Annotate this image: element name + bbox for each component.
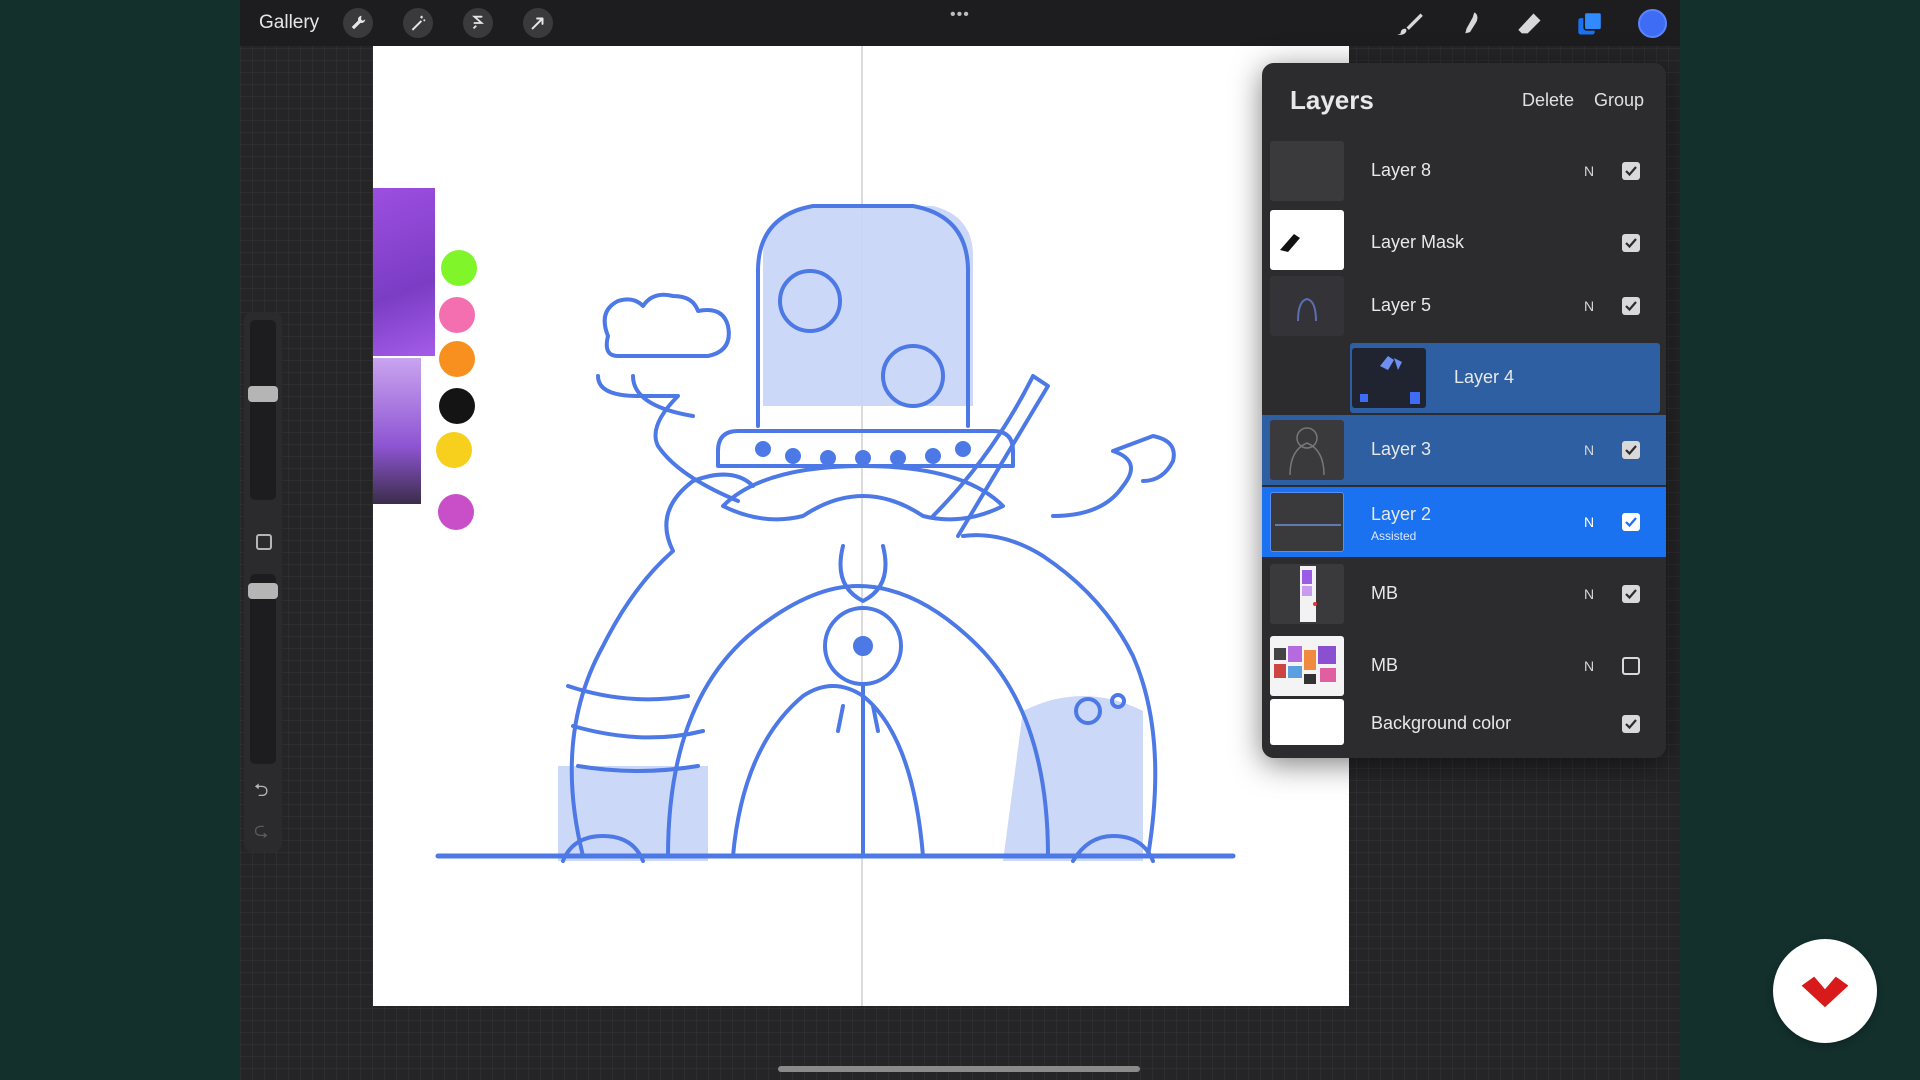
- layer-row-background-color[interactable]: Background color: [1262, 695, 1666, 758]
- reference-image-character[interactable]: [373, 188, 435, 356]
- blend-mode-button[interactable]: N: [1584, 658, 1594, 674]
- visibility-checkbox[interactable]: [1622, 234, 1640, 252]
- selection-icon[interactable]: [463, 8, 493, 38]
- swatch-orange[interactable]: [439, 341, 475, 377]
- swatch-green[interactable]: [441, 250, 477, 286]
- layer-thumbnail: [1270, 420, 1344, 480]
- redo-icon[interactable]: ⮎: [254, 818, 268, 848]
- layer-row-layer-mask[interactable]: Layer Mask: [1262, 208, 1666, 278]
- wrench-icon[interactable]: [343, 8, 373, 38]
- brush-opacity-slider[interactable]: [248, 574, 278, 764]
- swatch-yellow[interactable]: [436, 432, 472, 468]
- procreate-app: Gallery ••• ⮌ ⮎ Layers Delete Group Laye…: [240, 0, 1680, 1080]
- brush-icon[interactable]: [1394, 8, 1426, 40]
- gallery-button[interactable]: Gallery: [259, 12, 319, 34]
- brush-size-slider[interactable]: [248, 320, 278, 500]
- layer-name: MB: [1371, 655, 1398, 675]
- layer-row-layer-5[interactable]: Layer 5 N: [1262, 271, 1666, 341]
- blend-mode-button[interactable]: N: [1584, 586, 1594, 602]
- blend-mode-button[interactable]: N: [1584, 442, 1594, 458]
- brand-logo-icon: [1773, 939, 1877, 1043]
- visibility-checkbox[interactable]: [1622, 513, 1640, 531]
- transform-arrow-icon[interactable]: [523, 8, 553, 38]
- layer-row-layer-4[interactable]: Layer 4: [1350, 343, 1660, 413]
- layer-thumbnail: [1270, 492, 1344, 552]
- layer-name: Background color: [1371, 713, 1512, 733]
- layer-thumbnail: [1270, 636, 1344, 696]
- brush-opacity-thumb[interactable]: [248, 583, 278, 599]
- layers-panel-title: Layers: [1290, 85, 1374, 115]
- drawing-canvas[interactable]: [373, 46, 1349, 1006]
- eyedropper-square-button[interactable]: [256, 534, 272, 550]
- reference-image-figure[interactable]: [373, 358, 421, 504]
- layer-name: Layer 2: [1371, 504, 1432, 524]
- swatch-pink[interactable]: [439, 297, 475, 333]
- visibility-checkbox[interactable]: [1622, 715, 1640, 733]
- brush-size-thumb[interactable]: [248, 386, 278, 402]
- layer-thumbnail: [1270, 276, 1344, 336]
- layers-icon[interactable]: [1574, 8, 1606, 40]
- layer-row-mb-1[interactable]: MB N: [1262, 559, 1666, 629]
- layer-thumbnail: [1270, 210, 1344, 270]
- home-indicator: [778, 1066, 1140, 1072]
- swatch-black[interactable]: [439, 388, 475, 424]
- layer-name: Layer Mask: [1371, 232, 1465, 252]
- eraser-icon[interactable]: [1514, 8, 1546, 40]
- delete-button[interactable]: Delete: [1522, 90, 1574, 111]
- blend-mode-button[interactable]: N: [1584, 514, 1594, 530]
- swatch-magenta[interactable]: [438, 494, 474, 530]
- layers-panel: Layers Delete Group Layer 8 N Layer Mask…: [1262, 63, 1666, 758]
- layer-name: Layer 3: [1371, 439, 1432, 459]
- top-toolbar: Gallery •••: [240, 0, 1680, 46]
- visibility-checkbox[interactable]: [1622, 297, 1640, 315]
- color-icon[interactable]: [1638, 9, 1667, 38]
- visibility-checkbox[interactable]: [1622, 441, 1640, 459]
- layer-thumbnail: [1352, 348, 1426, 408]
- more-options-dots[interactable]: •••: [950, 6, 970, 24]
- visibility-checkbox[interactable]: [1622, 585, 1640, 603]
- layer-thumbnail: [1270, 141, 1344, 201]
- layer-name: Layer 4: [1454, 367, 1515, 387]
- magic-wand-icon[interactable]: [403, 8, 433, 38]
- layer-thumbnail: [1270, 564, 1344, 624]
- left-sidebar: ⮌ ⮎: [244, 312, 282, 852]
- group-button[interactable]: Group: [1594, 90, 1644, 111]
- layer-name: Layer 5: [1371, 295, 1432, 315]
- visibility-checkbox[interactable]: [1622, 657, 1640, 675]
- layer-row-mb-2[interactable]: MB N: [1262, 631, 1666, 701]
- visibility-checkbox[interactable]: [1622, 162, 1640, 180]
- layer-row-layer-3[interactable]: Layer 3 N: [1262, 415, 1666, 485]
- layer-row-layer-8[interactable]: Layer 8 N: [1262, 136, 1666, 206]
- layer-row-layer-2[interactable]: Layer 2 Assisted N: [1262, 487, 1666, 557]
- blend-mode-button[interactable]: N: [1584, 163, 1594, 179]
- layer-thumbnail: [1270, 699, 1344, 745]
- smudge-icon[interactable]: [1454, 8, 1486, 40]
- layer-name: MB: [1371, 583, 1398, 603]
- sketch-artwork: [435, 46, 1236, 1006]
- reference-images[interactable]: [373, 188, 435, 504]
- layer-name: Layer 8: [1371, 160, 1432, 180]
- blend-mode-button[interactable]: N: [1584, 298, 1594, 314]
- layer-subtitle: Assisted: [1371, 529, 1417, 543]
- undo-icon[interactable]: ⮌: [254, 778, 268, 808]
